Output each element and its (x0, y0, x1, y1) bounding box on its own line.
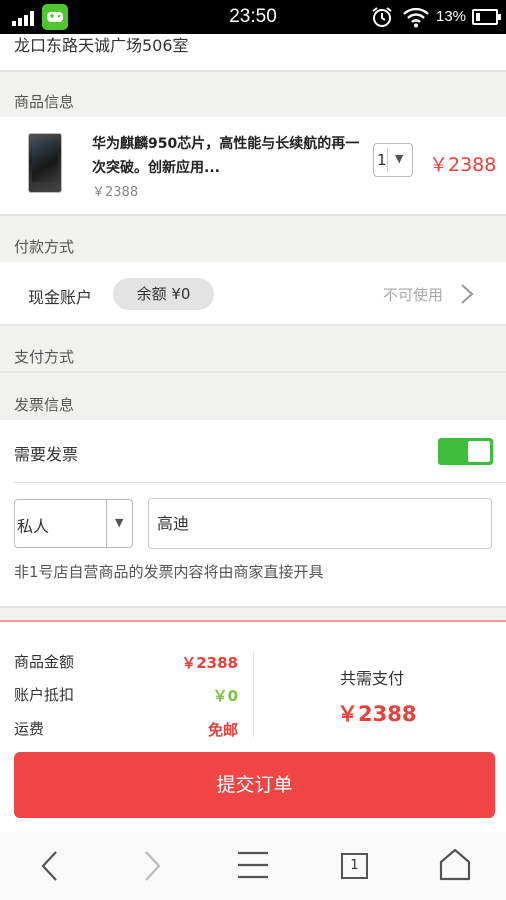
toggle-knob (468, 441, 490, 462)
invoice-type-value: 私人 (17, 517, 50, 536)
product-title[interactable]: 华为麒麟950芯片，高性能与长续航的再一次突破。创新应用... (92, 132, 362, 180)
battery-icon (472, 9, 501, 25)
goods-amount-label: 商品金额 (14, 653, 75, 671)
summary-divider (253, 651, 254, 737)
invoice-note: 非1号店自营商品的发票内容将由商家直接开具 (14, 563, 324, 581)
clock-time: 23:50 (229, 6, 277, 27)
quantity-divider (387, 148, 388, 172)
quantity-value: 1 (377, 151, 387, 169)
shipping-value: 免邮 (207, 721, 238, 739)
invoice-type-select[interactable]: 私人 ▼ (14, 499, 133, 548)
total-label: 共需支付 (340, 669, 405, 688)
wifi-icon (403, 6, 429, 28)
invoice-title-input[interactable]: 高迪 (148, 498, 492, 549)
divider (14, 482, 506, 483)
balance-pill[interactable]: 余额 ¥0 (113, 278, 214, 310)
goods-amount-value: ￥2388 (181, 654, 238, 672)
account-deduct-label: 账户抵扣 (14, 686, 75, 704)
back-icon[interactable] (20, 832, 80, 900)
chevron-right-icon[interactable] (458, 282, 476, 306)
unavailable-status: 不可使用 (383, 286, 444, 304)
product-price: ￥2388 (429, 154, 497, 176)
product-unit-price: ￥2388 (92, 185, 139, 200)
tabs-count-button[interactable]: 1 (341, 853, 368, 879)
divider (0, 70, 506, 72)
invoice-section-label: 发票信息 (14, 396, 75, 414)
product-section-label: 商品信息 (14, 93, 75, 111)
divider (0, 214, 506, 216)
submit-order-button[interactable]: 提交订单 (14, 752, 495, 818)
select-divider (106, 500, 107, 547)
chevron-down-icon: ▼ (395, 152, 404, 165)
quantity-select[interactable]: 1 ▼ (373, 143, 413, 177)
product-image[interactable] (28, 133, 62, 193)
divider (0, 324, 506, 326)
home-icon[interactable] (425, 832, 485, 900)
divider (0, 606, 506, 608)
need-invoice-toggle[interactable] (438, 438, 493, 465)
chevron-down-icon: ▼ (115, 516, 124, 529)
payment-section-label: 付款方式 (14, 238, 75, 256)
shipping-label: 运费 (14, 720, 45, 738)
battery-percent: 13% (436, 8, 467, 25)
need-invoice-label: 需要发票 (14, 445, 79, 464)
divider (0, 371, 506, 373)
account-deduct-value: ￥0 (212, 687, 238, 705)
pay-method-section-label: 支付方式 (14, 348, 75, 366)
status-bar: 23:50 13% (0, 0, 506, 34)
menu-icon[interactable] (223, 832, 283, 900)
address-text: 龙口东路天诚广场506室 (14, 36, 189, 55)
cash-account-label: 现金账户 (28, 288, 93, 307)
alarm-icon (371, 6, 393, 28)
forward-icon[interactable] (122, 832, 182, 900)
total-value: ￥2388 (337, 702, 417, 726)
